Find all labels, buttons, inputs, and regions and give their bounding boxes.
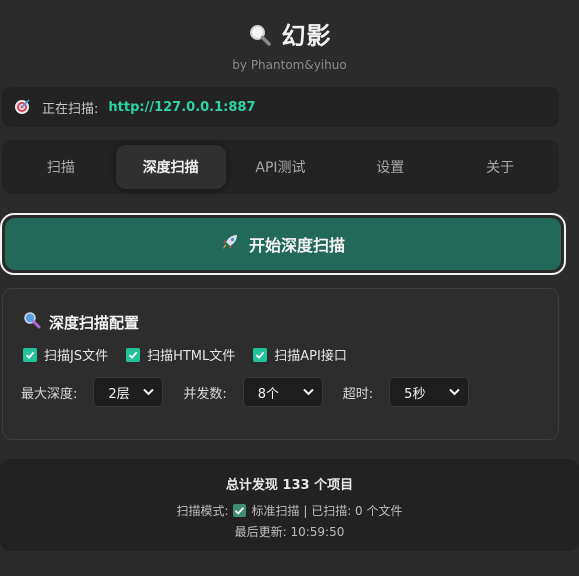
total-count: 133 — [282, 478, 310, 493]
timeout-select[interactable]: 5秒 — [389, 377, 470, 407]
concurrency-select[interactable]: 8个 — [242, 377, 323, 407]
rocket-icon — [221, 233, 239, 255]
scan-js-label: 扫描JS文件 — [44, 349, 109, 364]
timeout-value: 5秒 — [404, 386, 426, 402]
tab-settings[interactable]: 设置 — [335, 145, 445, 189]
start-deep-scan-label: 开始深度扫描 — [248, 236, 345, 255]
check-mark-icon — [232, 504, 246, 517]
scan-mode-label: 扫描模式: — [176, 504, 229, 518]
total-found: 总计发现 133 个项目 — [0, 474, 579, 493]
scan-js-checkbox[interactable]: 扫描JS文件 — [23, 345, 108, 364]
concurrency-label: 并发数: — [183, 386, 227, 402]
start-deep-scan-button[interactable]: 开始深度扫描 — [5, 218, 561, 270]
scan-options: 扫描JS文件 扫描HTML文件 扫描API接口 — [23, 345, 365, 364]
scan-parameters: 最大深度: 2层 并发数: 8个 超时: 5秒 — [21, 377, 489, 407]
app-subtitle: by Phantom&yihuo — [232, 58, 347, 72]
tab-scan[interactable]: 扫描 — [6, 145, 116, 189]
concurrency-value: 8个 — [257, 386, 280, 402]
scan-target-url: http://127.0.0.1:887 — [108, 99, 256, 115]
app-header: 幻影 by Phantom&yihuo — [0, 0, 579, 84]
scan-status-label: 正在扫描: — [42, 101, 99, 117]
last-updated: 最后更新: 10:59:50 — [234, 525, 345, 539]
tab-deep-scan[interactable]: 深度扫描 — [115, 145, 226, 189]
scan-mode-value: 标准扫描 | 已扫描: 0 个文件 — [251, 504, 403, 518]
checkbox-checked-icon — [126, 347, 141, 362]
tab-about[interactable]: 关于 — [445, 145, 555, 189]
target-icon — [14, 99, 30, 115]
results-summary: 总计发现 133 个项目 扫描模式: 标准扫描 | 已扫描: 0 个文件 最后更新… — [0, 459, 579, 551]
config-title: 深度扫描配置 — [23, 311, 139, 333]
max-depth-select[interactable]: 2层 — [93, 377, 164, 407]
scan-api-checkbox[interactable]: 扫描API接口 — [253, 345, 347, 364]
main-tabs: 扫描 深度扫描 API测试 设置 关于 — [2, 140, 559, 194]
app-title: 幻影 — [0, 16, 579, 53]
magnifier-icon — [23, 311, 41, 333]
max-depth-label: 最大深度: — [21, 386, 78, 402]
total-suffix: 个项目 — [314, 478, 354, 493]
scan-status-bar: 正在扫描: http://127.0.0.1:887 — [2, 87, 559, 127]
timeout-label: 超时: — [342, 386, 374, 402]
app-title-text: 幻影 — [281, 22, 332, 50]
tab-api-test[interactable]: API测试 — [226, 145, 336, 189]
checkbox-checked-icon — [253, 347, 268, 362]
config-title-text: 深度扫描配置 — [49, 313, 140, 332]
scan-mode-line: 扫描模式: 标准扫描 | 已扫描: 0 个文件 — [0, 502, 579, 519]
scan-api-label: 扫描API接口 — [274, 349, 347, 364]
magnifier-icon — [248, 23, 272, 53]
scan-html-label: 扫描HTML文件 — [147, 349, 236, 364]
chevron-down-icon — [303, 385, 314, 400]
start-button-focus-ring: 开始深度扫描 — [0, 213, 566, 275]
scan-html-checkbox[interactable]: 扫描HTML文件 — [126, 345, 235, 364]
checkbox-checked-icon — [23, 347, 37, 362]
chevron-down-icon — [449, 385, 460, 400]
deep-scan-config-panel: 深度扫描配置 扫描JS文件 扫描HTML文件 扫描API接口 最大深度: 2层 — [2, 288, 559, 440]
max-depth-value: 2层 — [108, 386, 130, 402]
chevron-down-icon — [143, 385, 155, 400]
total-prefix: 总计发现 — [225, 478, 278, 493]
